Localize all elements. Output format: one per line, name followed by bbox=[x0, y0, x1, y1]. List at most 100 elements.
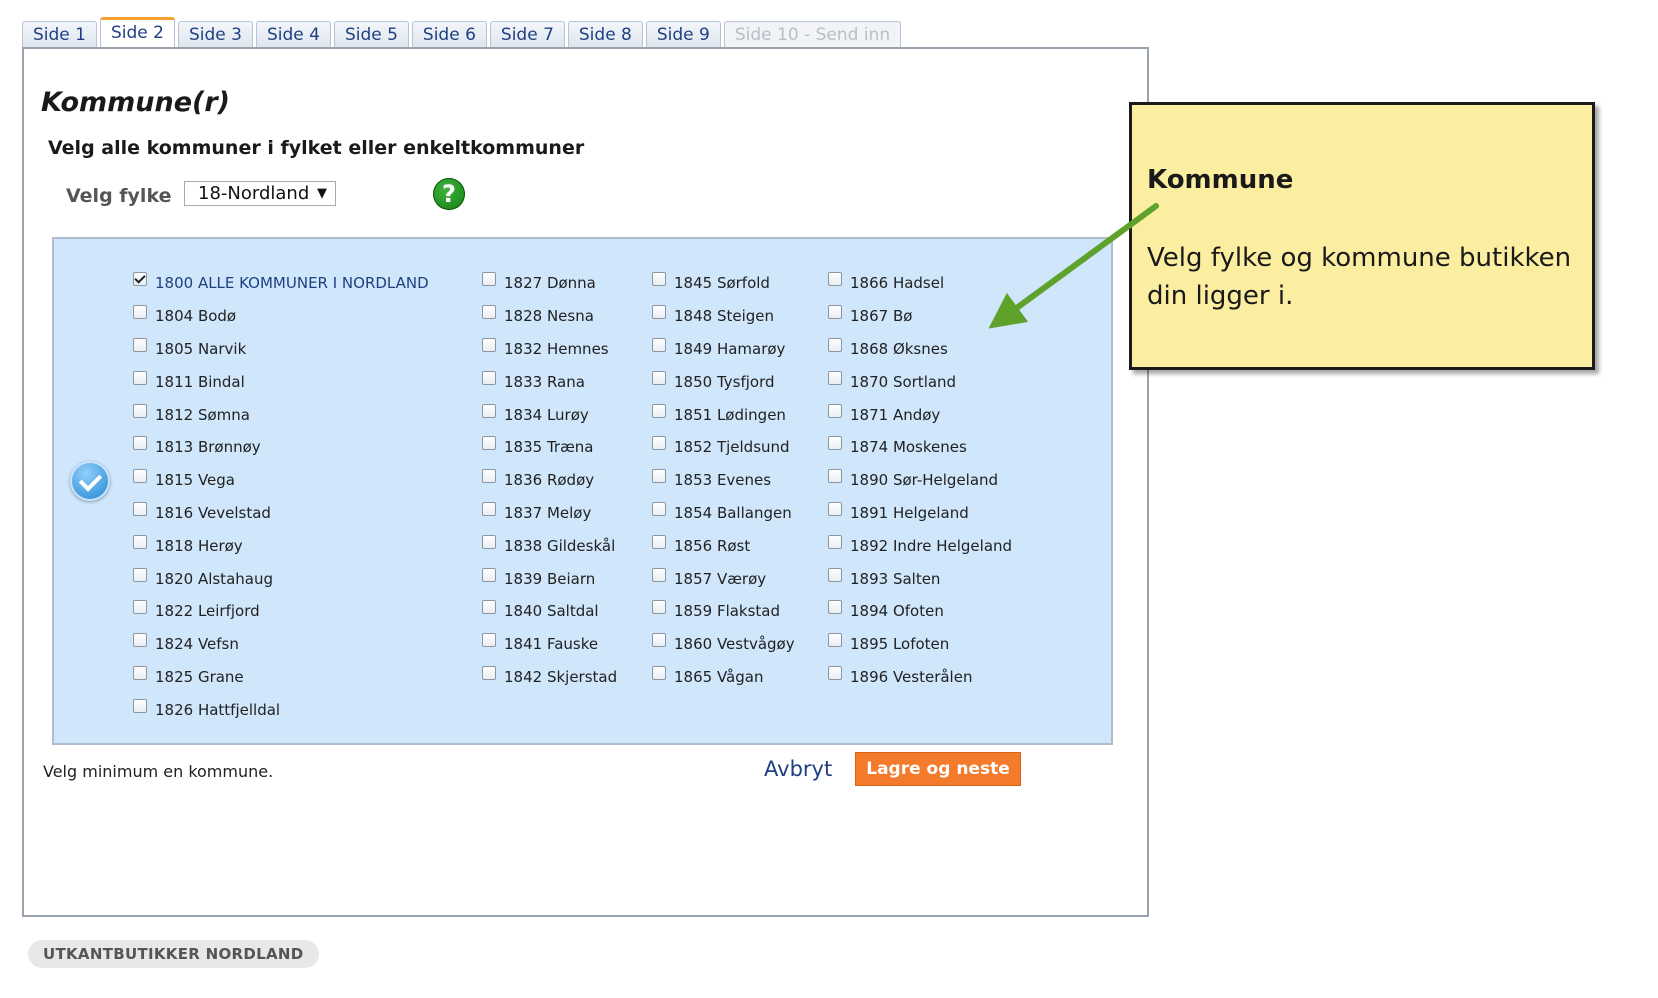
kommune-checkbox[interactable] bbox=[652, 534, 666, 549]
kommune-checkbox[interactable] bbox=[133, 272, 147, 287]
kommune-checkbox[interactable] bbox=[828, 534, 842, 549]
kommune-checkbox[interactable] bbox=[482, 600, 496, 615]
kommune-option[interactable]: 1890 Sør-Helgeland bbox=[828, 464, 1012, 497]
kommune-checkbox[interactable] bbox=[133, 469, 147, 484]
kommune-option[interactable]: 1852 Tjeldsund bbox=[652, 431, 795, 464]
kommune-option[interactable]: 1836 Rødøy bbox=[482, 464, 617, 497]
kommune-option[interactable]: 1828 Nesna bbox=[482, 300, 617, 333]
kommune-checkbox[interactable] bbox=[828, 600, 842, 615]
help-icon[interactable]: ? bbox=[433, 178, 465, 210]
kommune-checkbox[interactable] bbox=[828, 337, 842, 352]
kommune-checkbox[interactable] bbox=[133, 403, 147, 418]
kommune-checkbox[interactable] bbox=[652, 403, 666, 418]
kommune-option[interactable]: 1839 Beiarn bbox=[482, 562, 617, 595]
kommune-checkbox[interactable] bbox=[828, 469, 842, 484]
kommune-option[interactable]: 1835 Træna bbox=[482, 431, 617, 464]
kommune-option[interactable]: 1896 Vesterålen bbox=[828, 661, 1012, 694]
kommune-checkbox[interactable] bbox=[133, 698, 147, 713]
kommune-option[interactable]: 1818 Herøy bbox=[133, 529, 429, 562]
kommune-option[interactable]: 1813 Brønnøy bbox=[133, 431, 429, 464]
kommune-option[interactable]: 1860 Vestvågøy bbox=[652, 628, 795, 661]
kommune-option[interactable]: 1824 Vefsn bbox=[133, 628, 429, 661]
kommune-option[interactable]: 1859 Flakstad bbox=[652, 595, 795, 628]
kommune-option[interactable]: 1857 Værøy bbox=[652, 562, 795, 595]
kommune-checkbox[interactable] bbox=[482, 501, 496, 516]
tab-side-7[interactable]: Side 7 bbox=[489, 21, 565, 47]
kommune-option[interactable]: 1874 Moskenes bbox=[828, 431, 1012, 464]
kommune-checkbox[interactable] bbox=[828, 501, 842, 516]
kommune-checkbox[interactable] bbox=[828, 436, 842, 451]
kommune-option[interactable]: 1866 Hadsel bbox=[828, 267, 1012, 300]
kommune-checkbox[interactable] bbox=[133, 567, 147, 582]
cancel-link[interactable]: Avbryt bbox=[764, 757, 832, 781]
kommune-option[interactable]: 1841 Fauske bbox=[482, 628, 617, 661]
kommune-option[interactable]: 1856 Røst bbox=[652, 529, 795, 562]
kommune-checkbox[interactable] bbox=[482, 337, 496, 352]
kommune-checkbox[interactable] bbox=[828, 633, 842, 648]
kommune-option[interactable]: 1867 Bø bbox=[828, 300, 1012, 333]
tab-side-9[interactable]: Side 9 bbox=[645, 21, 721, 47]
kommune-option[interactable]: 1840 Saltdal bbox=[482, 595, 617, 628]
kommune-option[interactable]: 1870 Sortland bbox=[828, 365, 1012, 398]
kommune-checkbox[interactable] bbox=[133, 534, 147, 549]
kommune-option[interactable]: 1845 Sørfold bbox=[652, 267, 795, 300]
tab-side-2[interactable]: Side 2 bbox=[99, 17, 175, 47]
kommune-checkbox[interactable] bbox=[482, 567, 496, 582]
kommune-option[interactable]: 1837 Meløy bbox=[482, 497, 617, 530]
kommune-checkbox[interactable] bbox=[652, 501, 666, 516]
kommune-checkbox[interactable] bbox=[482, 370, 496, 385]
kommune-option[interactable]: 1838 Gildeskål bbox=[482, 529, 617, 562]
kommune-checkbox[interactable] bbox=[482, 665, 496, 680]
kommune-option[interactable]: 1853 Evenes bbox=[652, 464, 795, 497]
kommune-checkbox[interactable] bbox=[652, 272, 666, 287]
kommune-checkbox[interactable] bbox=[133, 436, 147, 451]
kommune-checkbox[interactable] bbox=[828, 567, 842, 582]
kommune-option[interactable]: 1871 Andøy bbox=[828, 398, 1012, 431]
kommune-option[interactable]: 1812 Sømna bbox=[133, 398, 429, 431]
kommune-checkbox[interactable] bbox=[828, 305, 842, 320]
kommune-checkbox[interactable] bbox=[652, 469, 666, 484]
kommune-checkbox[interactable] bbox=[133, 370, 147, 385]
kommune-checkbox[interactable] bbox=[133, 633, 147, 648]
tab-side-8[interactable]: Side 8 bbox=[567, 21, 643, 47]
kommune-option[interactable]: 1811 Bindal bbox=[133, 365, 429, 398]
kommune-checkbox[interactable] bbox=[652, 567, 666, 582]
kommune-checkbox[interactable] bbox=[652, 337, 666, 352]
kommune-option[interactable]: 1805 Narvik bbox=[133, 333, 429, 366]
kommune-checkbox[interactable] bbox=[482, 272, 496, 287]
kommune-option[interactable]: 1849 Hamarøy bbox=[652, 333, 795, 366]
kommune-checkbox[interactable] bbox=[133, 665, 147, 680]
kommune-option[interactable]: 1851 Lødingen bbox=[652, 398, 795, 431]
kommune-checkbox[interactable] bbox=[652, 633, 666, 648]
kommune-checkbox[interactable] bbox=[133, 600, 147, 615]
tab-side-1[interactable]: Side 1 bbox=[22, 21, 97, 47]
kommune-option[interactable]: 1891 Helgeland bbox=[828, 497, 1012, 530]
kommune-checkbox[interactable] bbox=[652, 305, 666, 320]
save-and-next-button[interactable]: Lagre og neste bbox=[855, 752, 1021, 786]
kommune-option[interactable]: 1895 Lofoten bbox=[828, 628, 1012, 661]
kommune-option[interactable]: 1822 Leirfjord bbox=[133, 595, 429, 628]
tab-side-4[interactable]: Side 4 bbox=[255, 21, 331, 47]
kommune-option[interactable]: 1832 Hemnes bbox=[482, 333, 617, 366]
kommune-checkbox[interactable] bbox=[828, 403, 842, 418]
kommune-option[interactable]: 1804 Bodø bbox=[133, 300, 429, 333]
kommune-option[interactable]: 1854 Ballangen bbox=[652, 497, 795, 530]
kommune-option[interactable]: 1848 Steigen bbox=[652, 300, 795, 333]
kommune-option[interactable]: 1865 Vågan bbox=[652, 661, 795, 694]
kommune-checkbox[interactable] bbox=[652, 665, 666, 680]
tab-side-6[interactable]: Side 6 bbox=[411, 21, 487, 47]
kommune-option[interactable]: 1850 Tysfjord bbox=[652, 365, 795, 398]
kommune-checkbox[interactable] bbox=[482, 633, 496, 648]
kommune-checkbox[interactable] bbox=[652, 436, 666, 451]
kommune-option[interactable]: 1892 Indre Helgeland bbox=[828, 529, 1012, 562]
fylke-select[interactable]: 18-Nordland ▼ bbox=[184, 181, 336, 206]
kommune-option[interactable]: 1868 Øksnes bbox=[828, 333, 1012, 366]
kommune-checkbox[interactable] bbox=[133, 501, 147, 516]
kommune-option[interactable]: 1816 Vevelstad bbox=[133, 497, 429, 530]
kommune-option[interactable]: 1820 Alstahaug bbox=[133, 562, 429, 595]
kommune-option[interactable]: 1842 Skjerstad bbox=[482, 661, 617, 694]
kommune-checkbox[interactable] bbox=[652, 600, 666, 615]
kommune-option[interactable]: 1894 Ofoten bbox=[828, 595, 1012, 628]
kommune-checkbox[interactable] bbox=[482, 469, 496, 484]
kommune-option[interactable]: 1815 Vega bbox=[133, 464, 429, 497]
